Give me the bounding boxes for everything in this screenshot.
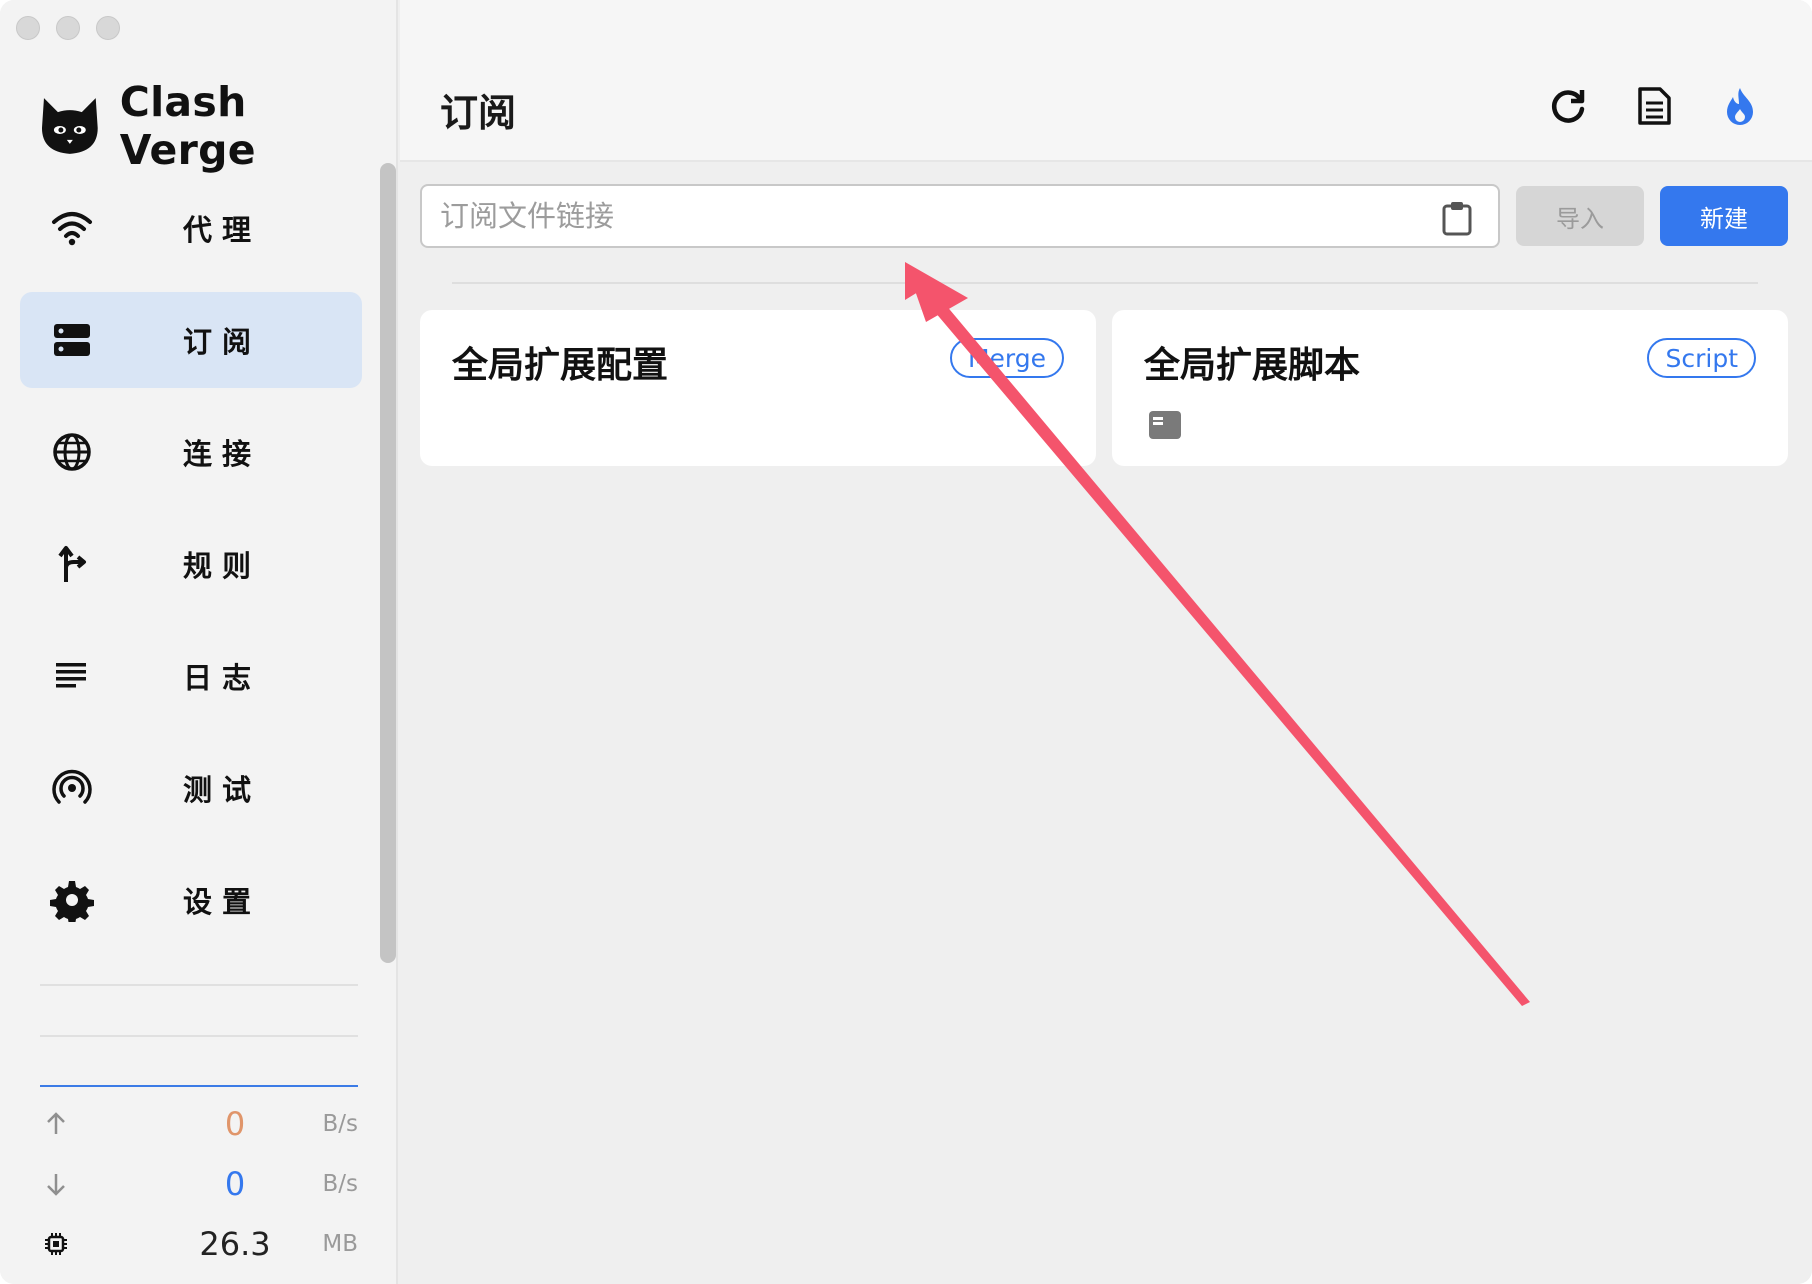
page-title: 订阅 [440, 91, 517, 135]
sidebar-item-label: 日志 [183, 661, 262, 695]
download-speed-row: 0 B/s [40, 1164, 358, 1204]
window-controls [16, 16, 120, 40]
import-button[interactable]: 导入 [1516, 186, 1644, 246]
memory-usage-value: 26.3 [199, 1225, 271, 1263]
arrow-up-icon [40, 1108, 72, 1140]
sidebar-item-label: 规则 [183, 549, 262, 583]
cat-logo-icon [41, 98, 98, 154]
gear-icon [48, 876, 96, 924]
sidebar-item-rules[interactable]: 规则 [20, 516, 362, 612]
server-icon [48, 316, 96, 364]
header-actions [1546, 84, 1762, 128]
upload-speed-row: 0 B/s [40, 1104, 358, 1144]
sidebar-item-label: 连接 [183, 437, 262, 471]
traffic-graph-baseline [40, 1085, 358, 1087]
document-button[interactable] [1632, 84, 1676, 128]
sidebar-item-label: 订阅 [183, 325, 262, 359]
divider [40, 984, 358, 986]
globe-icon [48, 428, 96, 476]
clipboard-icon[interactable] [1440, 200, 1474, 236]
card-type-tag: Merge [949, 338, 1064, 378]
memory-usage-row: 26.3 MB [40, 1224, 358, 1264]
wifi-icon [48, 204, 96, 252]
file-icon [1149, 411, 1181, 439]
profile-card-merge[interactable]: 全局扩展配置 Merge [420, 310, 1096, 466]
brand: Clash Verge [38, 78, 396, 174]
sidebar-item-logs[interactable]: 日志 [20, 628, 362, 724]
card-title: 全局扩展配置 [452, 345, 669, 386]
refresh-icon [1552, 90, 1585, 123]
main-panel: 订阅 导入 新建 全局扩展配置 [400, 0, 1812, 1284]
list-icon [48, 652, 96, 700]
route-icon [48, 540, 96, 588]
minimize-window-button[interactable] [56, 16, 80, 40]
subscription-content: 导入 新建 全局扩展配置 Merge 全局扩展脚本 Script [400, 164, 1812, 1284]
divider [40, 1035, 358, 1037]
download-speed-unit: B/s [322, 1171, 358, 1197]
sidebar-item-label: 设置 [183, 885, 262, 919]
radar-icon [48, 764, 96, 812]
chip-icon [40, 1228, 72, 1260]
subscription-url-field[interactable] [420, 184, 1500, 248]
download-speed-value: 0 [224, 1165, 246, 1203]
sidebar-item-settings[interactable]: 设置 [20, 852, 362, 948]
close-window-button[interactable] [16, 16, 40, 40]
flame-button[interactable] [1718, 84, 1762, 128]
sidebar-item-label: 代理 [183, 213, 262, 247]
app-name: Clash Verge [119, 78, 256, 174]
upload-speed-value: 0 [224, 1105, 246, 1143]
sidebar-item-proxy[interactable]: 代理 [20, 180, 362, 276]
zoom-window-button[interactable] [96, 16, 120, 40]
sidebar-item-subscription[interactable]: 订阅 [20, 292, 362, 388]
sidebar-scrollbar[interactable] [380, 163, 396, 963]
card-title: 全局扩展脚本 [1144, 345, 1361, 386]
profile-card-script[interactable]: 全局扩展脚本 Script [1112, 310, 1788, 466]
sidebar: Clash Verge 代理 订阅 连接 规则 日志 测试 设置 0 B/s 0… [0, 0, 398, 1284]
flame-icon [1727, 88, 1753, 125]
sidebar-nav: 代理 订阅 连接 规则 日志 测试 设置 [20, 180, 362, 964]
card-type-tag: Script [1647, 338, 1756, 378]
app-window: Clash Verge 代理 订阅 连接 规则 日志 测试 设置 0 B/s 0… [0, 0, 1812, 1284]
memory-usage-unit: MB [322, 1231, 358, 1257]
page-header: 订阅 [400, 0, 1812, 162]
refresh-button[interactable] [1546, 84, 1590, 128]
upload-speed-unit: B/s [322, 1111, 358, 1137]
divider [452, 282, 1758, 284]
sidebar-item-test[interactable]: 测试 [20, 740, 362, 836]
new-button[interactable]: 新建 [1660, 186, 1788, 246]
sidebar-item-connections[interactable]: 连接 [20, 404, 362, 500]
sidebar-item-label: 测试 [183, 773, 262, 807]
document-icon [1638, 87, 1671, 125]
subscription-url-input[interactable] [440, 199, 1400, 233]
arrow-down-icon [40, 1168, 72, 1200]
